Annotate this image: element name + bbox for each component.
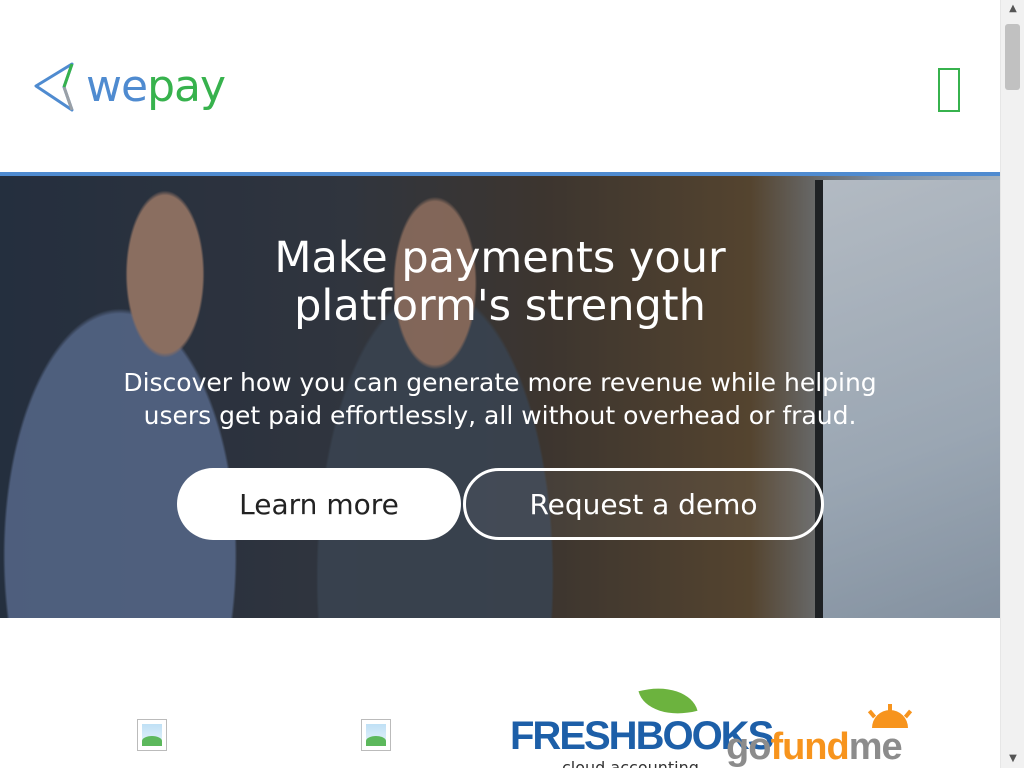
menu-icon[interactable] (938, 68, 960, 112)
hero-title: Make payments your platform's strength (0, 234, 1000, 330)
hero-banner: Make payments your platform's strength D… (0, 172, 1000, 618)
gofundme-go: go (726, 726, 771, 768)
scroll-down-arrow-icon[interactable]: ▼ (1001, 750, 1024, 768)
gofundme-me: me (848, 726, 903, 768)
learn-more-button[interactable]: Learn more (177, 468, 461, 540)
vertical-scrollbar[interactable]: ▲ ▼ (1000, 0, 1024, 768)
hero-subtitle-line2: users get paid effortlessly, all without… (143, 401, 857, 430)
gofundme-sun-icon (867, 704, 913, 728)
broken-image-icon (361, 719, 391, 751)
scrollbar-thumb[interactable] (1005, 24, 1020, 90)
brand-name: wepay (86, 65, 226, 109)
wepay-logo[interactable]: wepay (30, 60, 226, 114)
partner-logos: FRESHBOOKS cloud accounting gofundme (0, 618, 1000, 768)
request-demo-button[interactable]: Request a demo (463, 468, 824, 540)
freshbooks-tagline: cloud accounting (562, 758, 699, 768)
brand-name-we: we (86, 61, 148, 112)
broken-image-icon (137, 719, 167, 751)
paper-plane-icon (34, 62, 74, 112)
page: wepay Make payments your platform's stre… (0, 0, 1000, 768)
site-header: wepay (0, 0, 1000, 172)
gofundme-logo: gofundme (726, 726, 903, 768)
gofundme-fund: fund (770, 726, 849, 768)
hero-title-line1: Make payments your (274, 233, 726, 283)
hero-subtitle: Discover how you can generate more reven… (0, 366, 1000, 432)
hero-subtitle-line1: Discover how you can generate more reven… (123, 368, 877, 397)
brand-name-pay: pay (147, 61, 226, 112)
scroll-up-arrow-icon[interactable]: ▲ (1001, 0, 1024, 18)
hero-title-line2: platform's strength (294, 281, 706, 331)
